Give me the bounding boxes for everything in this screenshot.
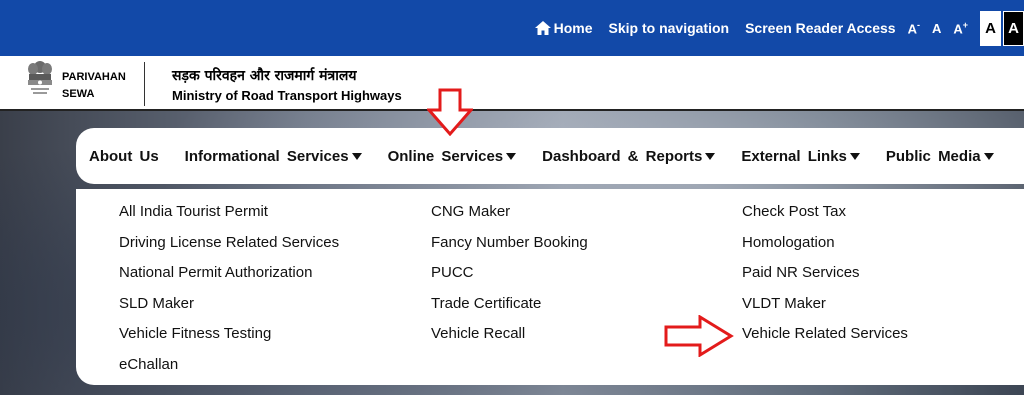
light-contrast-button[interactable]: A <box>980 10 1001 46</box>
menu-item-cng-maker[interactable]: CNG Maker <box>431 204 588 235</box>
nav-public-media[interactable]: Public Media <box>886 148 994 165</box>
font-decrease-label: A <box>907 21 917 37</box>
header-divider <box>144 62 145 106</box>
ministry-hindi-title: सड़क परिवहन और राजमार्ग मंत्रालय <box>172 68 357 84</box>
font-decrease-sup: - <box>916 19 920 30</box>
national-emblem-icon <box>28 61 52 94</box>
caret-down-icon <box>705 152 716 160</box>
nav-online-services[interactable]: Online Services <box>388 148 517 165</box>
font-size-increase-button[interactable]: A+ <box>953 20 968 36</box>
menu-item-trade-certificate[interactable]: Trade Certificate <box>431 295 588 327</box>
menu-item-national-permit-authorization[interactable]: National Permit Authorization <box>119 265 339 296</box>
home-link[interactable]: Home <box>534 20 593 36</box>
menu-item-all-india-tourist-permit[interactable]: All India Tourist Permit <box>119 204 339 235</box>
menu-item-sld-maker[interactable]: SLD Maker <box>119 295 339 327</box>
annotation-arrow-down-icon <box>427 88 473 136</box>
font-size-normal-button[interactable]: A <box>932 21 941 36</box>
nav-informational-services[interactable]: Informational Services <box>185 148 362 165</box>
menu-item-echallan[interactable]: eChallan <box>119 356 339 388</box>
caret-down-icon <box>506 152 517 160</box>
site-header <box>0 56 1024 110</box>
nav-label: Public Media <box>885 147 981 165</box>
caret-down-icon <box>849 152 860 160</box>
menu-item-check-post-tax[interactable]: Check Post Tax <box>742 204 908 235</box>
screen-reader-access-link[interactable]: Screen Reader Access <box>745 20 895 36</box>
menu-item-vehicle-fitness-testing[interactable]: Vehicle Fitness Testing <box>119 326 339 357</box>
menu-item-vldt-maker[interactable]: VLDT Maker <box>742 295 908 327</box>
font-increase-sup: + <box>962 19 968 30</box>
caret-down-icon <box>351 152 362 160</box>
menu-item-paid-nr-services[interactable]: Paid NR Services <box>742 265 908 296</box>
main-navbar: About Us Informational Services Online S… <box>76 128 1024 184</box>
menu-item-vehicle-recall[interactable]: Vehicle Recall <box>431 326 588 357</box>
dark-contrast-button[interactable]: A <box>1003 10 1024 46</box>
home-label: Home <box>553 20 593 36</box>
nav-label: External Links <box>741 147 847 165</box>
font-increase-label: A <box>953 21 963 37</box>
top-utility-bar: Home Skip to navigation Screen Reader Ac… <box>0 0 1024 56</box>
nav-dashboard-reports[interactable]: Dashboard & Reports <box>542 147 716 165</box>
brand-line-1: PARIVAHAN <box>62 71 126 83</box>
font-size-decrease-button[interactable]: A- <box>908 20 920 36</box>
annotation-arrow-right-icon <box>664 315 734 357</box>
nav-label: Online Services <box>387 147 504 165</box>
menu-item-vehicle-related-services[interactable]: Vehicle Related Services <box>742 326 908 357</box>
nav-label: Informational Services <box>184 147 349 165</box>
dropdown-column-2: CNG Maker Fancy Number Booking PUCC Trad… <box>431 204 588 357</box>
skip-to-navigation-link[interactable]: Skip to navigation <box>609 20 730 36</box>
caret-down-icon <box>983 152 994 160</box>
nav-label: About Us <box>89 147 159 165</box>
dropdown-column-3: Check Post Tax Homologation Paid NR Serv… <box>742 204 908 357</box>
nav-label: Dashboard & Reports <box>542 147 703 165</box>
brand-line-2: SEWA <box>62 88 95 100</box>
home-icon <box>534 21 551 35</box>
menu-item-pucc[interactable]: PUCC <box>431 265 588 296</box>
menu-item-fancy-number-booking[interactable]: Fancy Number Booking <box>431 234 588 266</box>
ministry-title: Ministry of Road Transport Highways <box>172 88 402 103</box>
brand-name[interactable]: PARIVAHAN SEWA <box>62 69 126 103</box>
menu-item-homologation[interactable]: Homologation <box>742 234 908 266</box>
nav-external-links[interactable]: External Links <box>741 148 860 165</box>
dropdown-column-1: All India Tourist Permit Driving License… <box>119 204 339 387</box>
nav-about-us[interactable]: About Us <box>89 148 159 165</box>
menu-item-driving-license-services[interactable]: Driving License Related Services <box>119 234 339 266</box>
